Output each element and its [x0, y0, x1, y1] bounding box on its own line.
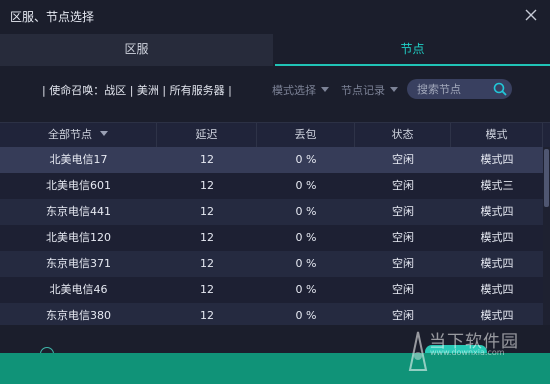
- tab-server[interactable]: 区服: [0, 34, 274, 66]
- window-title: 区服、节点选择: [10, 10, 95, 24]
- status-value: 空闲: [392, 179, 414, 192]
- latency-value: 12: [200, 231, 214, 244]
- mode-value: 模式三: [480, 179, 514, 192]
- column-header-loss[interactable]: 丢包: [257, 123, 355, 147]
- table-row[interactable]: 东京电信380 12 0 % 空闲 模式四: [0, 303, 543, 325]
- table-scrollbar[interactable]: [543, 147, 550, 325]
- tab-server-label: 区服: [124, 42, 149, 56]
- mode-select-label: 模式选择: [272, 84, 316, 97]
- node-name: 东京电信371: [46, 257, 111, 270]
- loss-value: 0 %: [295, 179, 317, 192]
- column-header-mode-label: 模式: [485, 128, 508, 141]
- latency-value: 12: [200, 309, 214, 322]
- tab-node[interactable]: 节点: [275, 34, 550, 66]
- latency-value: 12: [200, 179, 214, 192]
- chevron-down-icon: [100, 131, 108, 136]
- node-record-label: 节点记录: [341, 84, 385, 97]
- loss-value: 0 %: [295, 309, 317, 322]
- loss-value: 0 %: [295, 205, 317, 218]
- table-row[interactable]: 东京电信441 12 0 % 空闲 模式四: [0, 199, 543, 225]
- column-header-latency-label: 延迟: [195, 128, 218, 141]
- column-header-status-label: 状态: [391, 128, 414, 141]
- close-icon[interactable]: [522, 6, 540, 24]
- column-header-node-label: 全部节点: [48, 128, 92, 141]
- mode-value: 模式四: [480, 309, 514, 322]
- breadcrumb: | 使命召唤：战区 | 美洲 | 所有服务器 |: [42, 84, 232, 97]
- chevron-down-icon: [390, 87, 398, 92]
- mode-value: 模式四: [480, 205, 514, 218]
- tab-node-label: 节点: [400, 42, 425, 56]
- table-row[interactable]: 北美电信17 12 0 % 空闲 模式四: [0, 147, 543, 173]
- search-icon[interactable]: [492, 81, 508, 97]
- chevron-down-icon: [321, 87, 329, 92]
- scrollbar-thumb[interactable]: [544, 149, 549, 207]
- latency-value: 12: [200, 153, 214, 166]
- mode-select-dropdown[interactable]: 模式选择: [272, 82, 329, 98]
- table-row[interactable]: 北美电信46 12 0 % 空闲 模式四: [0, 277, 543, 303]
- node-name: 北美电信46: [49, 283, 108, 296]
- latency-value: 12: [200, 205, 214, 218]
- search-input[interactable]: [417, 79, 492, 99]
- mode-value: 模式四: [480, 257, 514, 270]
- status-value: 空闲: [392, 283, 414, 296]
- title-bar: 区服、节点选择: [0, 0, 550, 32]
- filter-bar: | 使命召唤：战区 | 美洲 | 所有服务器 | 模式选择 节点记录: [0, 66, 550, 122]
- mode-value: 模式四: [480, 231, 514, 244]
- loss-value: 0 %: [295, 257, 317, 270]
- table-row[interactable]: 东京电信371 12 0 % 空闲 模式四: [0, 251, 543, 277]
- latency-value: 12: [200, 283, 214, 296]
- node-name: 北美电信120: [46, 231, 111, 244]
- column-header-latency[interactable]: 延迟: [157, 123, 257, 147]
- column-header-loss-label: 丢包: [294, 128, 317, 141]
- loss-value: 0 %: [295, 231, 317, 244]
- latency-value: 12: [200, 257, 214, 270]
- mode-value: 模式四: [480, 153, 514, 166]
- node-record-dropdown[interactable]: 节点记录: [341, 82, 398, 98]
- status-value: 空闲: [392, 153, 414, 166]
- tab-bar: 区服 节点: [0, 34, 550, 66]
- column-header-status[interactable]: 状态: [355, 123, 451, 147]
- node-table-body: 北美电信17 12 0 % 空闲 模式四 北美电信601 12 0 % 空闲 模…: [0, 147, 543, 325]
- node-name: 东京电信380: [46, 309, 111, 322]
- mode-value: 模式四: [480, 283, 514, 296]
- table-header: 全部节点 延迟 丢包 状态 模式: [0, 122, 550, 147]
- column-header-node[interactable]: 全部节点: [0, 123, 157, 147]
- table-row[interactable]: 北美电信120 12 0 % 空闲 模式四: [0, 225, 543, 251]
- status-value: 空闲: [392, 257, 414, 270]
- node-name: 北美电信17: [49, 153, 108, 166]
- status-value: 空闲: [392, 309, 414, 322]
- search-box: [407, 79, 512, 99]
- loss-value: 0 %: [295, 153, 317, 166]
- status-value: 空闲: [392, 205, 414, 218]
- table-row[interactable]: 北美电信601 12 0 % 空闲 模式三: [0, 173, 543, 199]
- column-header-mode[interactable]: 模式: [451, 123, 543, 147]
- watermark-url: www.downxia.com: [430, 348, 505, 357]
- node-name: 东京电信441: [46, 205, 111, 218]
- loss-value: 0 %: [295, 283, 317, 296]
- node-name: 北美电信601: [46, 179, 111, 192]
- status-value: 空闲: [392, 231, 414, 244]
